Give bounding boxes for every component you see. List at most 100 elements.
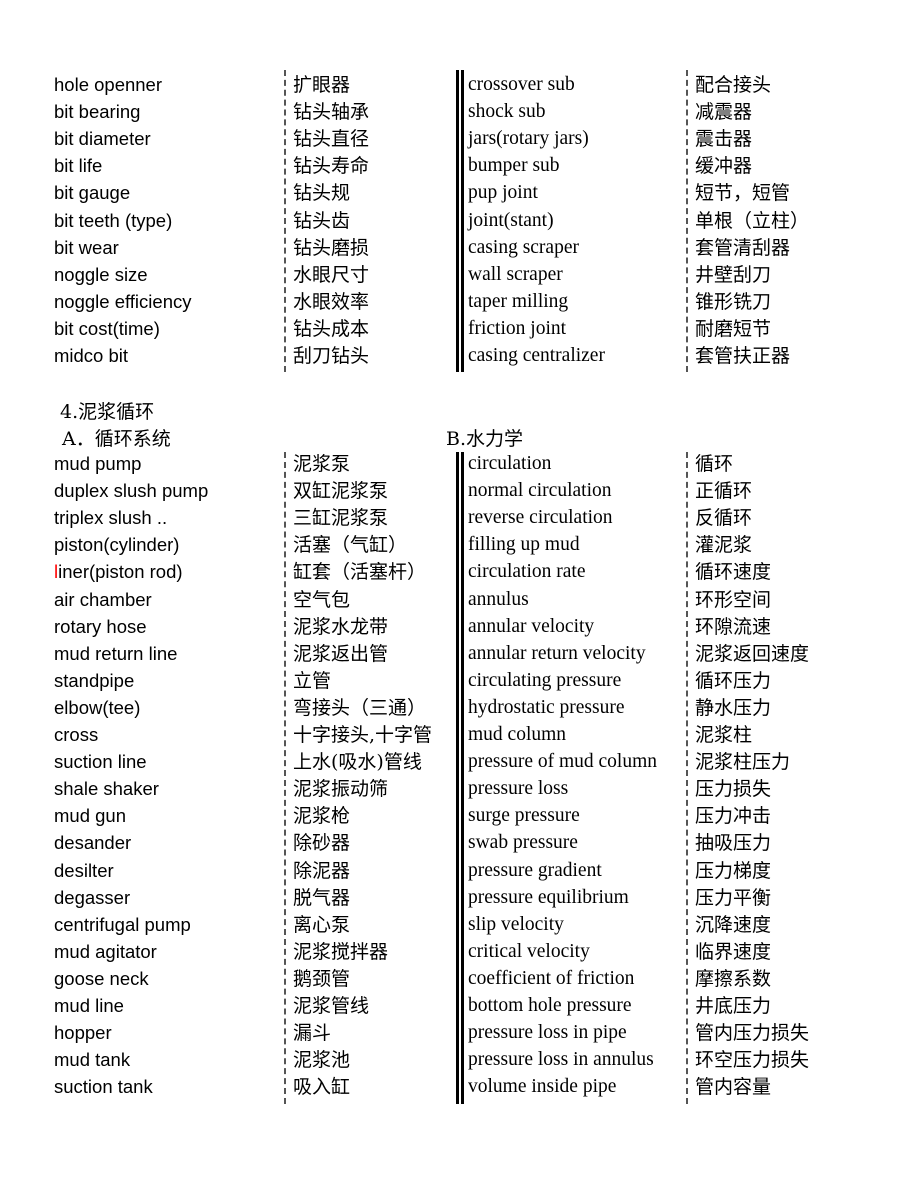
- term-chinese: 反循环: [695, 507, 753, 530]
- term-english: suction tank: [54, 1076, 153, 1098]
- term-english: reverse circulation: [468, 507, 613, 529]
- highlighted-letter: l: [54, 561, 59, 583]
- term-chinese: 环形空间: [695, 588, 772, 611]
- term-english: piston(cylinder): [54, 534, 180, 556]
- column-divider-double: [456, 452, 464, 1104]
- term-chinese: 弯接头（三通）: [293, 696, 427, 719]
- column-divider-dashed: [284, 70, 286, 372]
- term-english: liner(piston rod): [54, 561, 183, 583]
- term-chinese: 钻头轴承: [293, 101, 370, 124]
- term-english: hole openner: [54, 74, 163, 95]
- term-english: normal circulation: [468, 480, 612, 502]
- term-chinese: 空气包: [293, 588, 351, 611]
- term-english: bit life: [54, 155, 103, 177]
- term-chinese: 活塞（气缸）: [293, 534, 408, 557]
- term-chinese: 水眼尺寸: [293, 263, 370, 286]
- term-chinese: 吸入缸: [293, 1076, 351, 1099]
- term-english: taper milling: [468, 290, 569, 312]
- term-english: bottom hole pressure: [468, 995, 632, 1016]
- term-english: noggle efficiency: [54, 290, 192, 312]
- term-chinese: 循环: [695, 453, 734, 475]
- term-english: goose neck: [54, 967, 149, 989]
- term-english: mud tank: [54, 1049, 131, 1071]
- term-chinese: 除砂器: [293, 832, 351, 855]
- term-chinese: 正循环: [695, 480, 753, 503]
- term-chinese: 泥浆搅拌器: [293, 940, 389, 963]
- term-chinese: 耐磨短节: [695, 317, 772, 340]
- term-english: rotary hose: [54, 615, 147, 637]
- term-english: shock sub: [468, 101, 546, 123]
- term-chinese: 三缸泥浆泵: [293, 507, 389, 530]
- term-english: filling up mud: [468, 534, 580, 556]
- term-chinese: 抽吸压力: [695, 832, 772, 855]
- term-chinese: 锥形铣刀: [695, 290, 772, 313]
- subsection-a-title: A．循环系统: [62, 428, 171, 450]
- term-english: hopper: [54, 1022, 112, 1044]
- term-english: wall scraper: [468, 263, 563, 285]
- term-chinese: 泥浆池: [293, 1049, 351, 1072]
- term-english: annular velocity: [468, 615, 595, 637]
- term-english: bit bearing: [54, 101, 141, 123]
- column-divider-dashed: [686, 452, 688, 1104]
- term-chinese: 立管: [293, 669, 332, 692]
- section-title: 4.泥浆循环: [60, 401, 155, 423]
- term-english: duplex slush pump: [54, 480, 209, 502]
- term-english: coefficient of friction: [468, 967, 635, 989]
- term-chinese: 压力冲击: [695, 805, 772, 828]
- term-chinese: 钻头齿: [293, 209, 351, 232]
- column-divider-dashed: [284, 452, 286, 1104]
- term-english: pressure equilibrium: [468, 886, 629, 908]
- term-english: pup joint: [468, 182, 538, 204]
- term-english: surge pressure: [468, 805, 580, 827]
- term-english: bit wear: [54, 236, 119, 258]
- term-chinese: 鹅颈管: [293, 967, 351, 990]
- term-english: cross: [54, 724, 99, 745]
- term-english: circulation rate: [468, 561, 586, 583]
- term-english: triplex slush ..: [54, 507, 168, 529]
- term-chinese: 离心泵: [293, 913, 351, 936]
- term-english: pressure of mud column: [468, 751, 658, 773]
- term-english: suction line: [54, 751, 147, 773]
- term-english: pressure gradient: [468, 859, 602, 881]
- term-chinese: 环空压力损失: [695, 1049, 810, 1072]
- term-english: pressure loss in annulus: [468, 1049, 654, 1071]
- term-english: midco bit: [54, 345, 129, 366]
- term-chinese: 套管清刮器: [695, 236, 791, 259]
- term-chinese: 静水压力: [695, 696, 772, 719]
- term-chinese: 缸套（活塞杆）: [293, 561, 427, 584]
- term-english: mud return line: [54, 642, 178, 664]
- term-chinese: 套管扶正器: [695, 345, 791, 367]
- term-chinese: 压力梯度: [695, 859, 772, 882]
- term-english: mud gun: [54, 805, 126, 827]
- term-english: bit cost(time): [54, 317, 160, 339]
- term-english: bit teeth (type): [54, 209, 173, 231]
- subsection-b-title: B.水力学: [446, 428, 524, 450]
- term-english: shale shaker: [54, 778, 159, 800]
- term-english: pressure loss in pipe: [468, 1022, 627, 1044]
- term-chinese: 井壁刮刀: [695, 263, 772, 286]
- term-chinese: 钻头寿命: [293, 155, 370, 178]
- column-divider-dashed: [686, 70, 688, 372]
- term-english: bit gauge: [54, 182, 131, 204]
- term-chinese: 钻头直径: [293, 128, 370, 151]
- term-english: bumper sub: [468, 155, 560, 177]
- term-english: casing scraper: [468, 236, 579, 258]
- term-english: crossover sub: [468, 74, 575, 95]
- term-chinese: 脱气器: [293, 886, 351, 909]
- term-chinese: 扩眼器: [293, 74, 351, 96]
- term-chinese: 循环速度: [695, 561, 772, 584]
- term-english: slip velocity: [468, 913, 564, 935]
- term-english: air chamber: [54, 588, 152, 610]
- term-english: critical velocity: [468, 940, 590, 962]
- term-chinese: 泥浆枪: [293, 805, 351, 828]
- term-chinese: 钻头规: [293, 182, 351, 205]
- term-chinese: 上水(吸水)管线: [293, 751, 422, 774]
- term-chinese: 短节，短管: [695, 182, 791, 205]
- term-chinese: 压力平衡: [695, 886, 772, 909]
- term-chinese: 水眼效率: [293, 290, 370, 313]
- term-chinese: 沉降速度: [695, 913, 772, 936]
- term-english: desander: [54, 832, 132, 854]
- term-english: annulus: [468, 588, 529, 610]
- term-chinese: 泥浆返回速度: [695, 642, 810, 665]
- term-english: mud line: [54, 995, 124, 1016]
